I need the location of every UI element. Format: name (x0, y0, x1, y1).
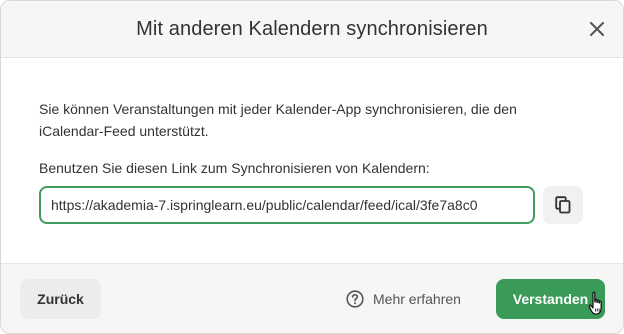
confirm-button[interactable]: Verstanden (496, 279, 605, 319)
dialog-header: Mit anderen Kalendern synchronisieren (1, 1, 623, 58)
dialog-footer: Zurück Mehr erfahren Verstanden (1, 263, 623, 333)
learn-more-link[interactable]: Mehr erfahren (346, 279, 461, 319)
help-circle-icon (346, 290, 364, 308)
learn-more-label: Mehr erfahren (373, 291, 461, 307)
close-icon (590, 22, 604, 36)
ical-link-input[interactable] (39, 186, 535, 224)
copy-icon (555, 196, 571, 214)
dialog-body: Sie können Veranstaltungen mit jeder Kal… (1, 58, 623, 224)
close-button[interactable] (585, 17, 609, 41)
sync-calendar-dialog: Mit anderen Kalendern synchronisieren Si… (0, 0, 624, 334)
back-button[interactable]: Zurück (20, 279, 101, 319)
link-label: Benutzen Sie diesen Link zum Synchronisi… (39, 160, 430, 176)
link-row (39, 186, 585, 224)
dialog-description: Sie können Veranstaltungen mit jeder Kal… (39, 101, 517, 139)
copy-link-button[interactable] (543, 186, 583, 224)
dialog-title: Mit anderen Kalendern synchronisieren (136, 17, 488, 40)
